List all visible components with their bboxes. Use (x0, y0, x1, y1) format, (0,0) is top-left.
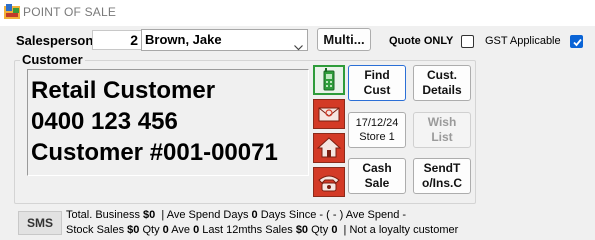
customer-details-button[interactable]: Cust. Details (413, 65, 471, 101)
gst-applicable-label: GST Applicable (485, 35, 561, 47)
customer-details-label-1: Cust. (427, 68, 457, 82)
multi-button[interactable]: Multi... (317, 28, 371, 51)
email-icon (318, 107, 340, 122)
customer-details-label-2: Details (422, 83, 462, 97)
qty-value: 0 (162, 224, 169, 236)
days-since-label: Days Since - (260, 209, 324, 221)
cash-sale-label-1: Cash (362, 161, 392, 175)
qty2-value: 0 (331, 224, 338, 236)
mobile-phone-icon (323, 68, 335, 91)
mobile-phone-button[interactable] (313, 65, 345, 95)
telephone-button[interactable] (313, 167, 345, 197)
find-customer-button[interactable]: Find Cust (348, 65, 406, 101)
salesperson-name: Brown, Jake (145, 32, 222, 47)
title-bar: POINT OF SALE (0, 0, 595, 26)
find-customer-label-1: Find (364, 68, 390, 82)
stock-sales-label: Stock Sales (66, 224, 125, 236)
customer-name: Retail Customer (31, 77, 216, 104)
telephone-icon (318, 175, 340, 192)
quote-only-checkbox[interactable] (461, 35, 474, 48)
cash-sale-button[interactable]: Cash Sale (348, 158, 406, 194)
wish-list-button[interactable]: Wish List (413, 112, 471, 148)
wish-list-label-1: Wish (427, 115, 457, 129)
date-label: 17/12/24 (355, 117, 399, 129)
total-business-label: Total. Business (66, 209, 140, 221)
ave-spend-days-label: Ave Spend Days (166, 209, 249, 221)
find-customer-label-2: Cust (363, 83, 391, 97)
last12-value: $0 (295, 224, 309, 236)
store-label: Store 1 (359, 131, 395, 143)
total-business-value: $0 (143, 209, 156, 221)
loyalty-status: Not a loyalty customer (349, 224, 459, 236)
customer-info-box[interactable]: Retail Customer 0400 123 456 Customer #0… (27, 69, 309, 176)
send-label-1: SendT (423, 161, 461, 175)
email-button[interactable] (313, 99, 345, 129)
ave-value: 0 (193, 224, 200, 236)
home-icon (316, 137, 342, 158)
sms-button[interactable]: SMS (18, 211, 62, 235)
send-label-2: o/Ins.C (421, 176, 462, 190)
last12-label: Last 12mths Sales (202, 224, 293, 236)
quote-only-label: Quote ONLY (389, 35, 454, 47)
chevron-down-icon (294, 37, 303, 51)
salesperson-select[interactable]: Brown, Jake (141, 29, 308, 51)
customer-number: Customer #001-00071 (31, 139, 278, 166)
cash-sale-label-2: Sale (364, 176, 390, 190)
customer-phone: 0400 123 456 (31, 108, 178, 135)
stats-row-1: Total. Business $0 | Ave Spend Days 0 Da… (66, 209, 407, 221)
salesperson-label: Salesperson (16, 33, 94, 48)
days-since-value: ( - ) (326, 209, 344, 221)
date-store-button[interactable]: 17/12/24 Store 1 (348, 112, 406, 148)
stock-sales-value: $0 (127, 224, 140, 236)
ave-spend-days-value: 0 (251, 209, 258, 221)
ave-spend-label: Ave Spend - (345, 209, 407, 221)
wish-list-label-2: List (431, 130, 453, 144)
stats-row-2: Stock Sales $0 Qty 0 Ave 0 Last 12mths S… (66, 224, 459, 236)
app-icon (4, 4, 20, 20)
send-to-insurance-button[interactable]: SendT o/Ins.C (413, 158, 471, 194)
salesperson-number-field[interactable]: 2 (92, 30, 142, 50)
qty2-label: Qty (311, 224, 329, 236)
home-button[interactable] (313, 133, 345, 163)
window-title: POINT OF SALE (23, 5, 117, 19)
gst-applicable-checkbox[interactable] (570, 35, 583, 48)
checkmark-icon (573, 38, 582, 47)
qty-label: Qty (142, 224, 160, 236)
customer-group-title: Customer (20, 52, 85, 67)
ave-label: Ave (171, 224, 190, 236)
